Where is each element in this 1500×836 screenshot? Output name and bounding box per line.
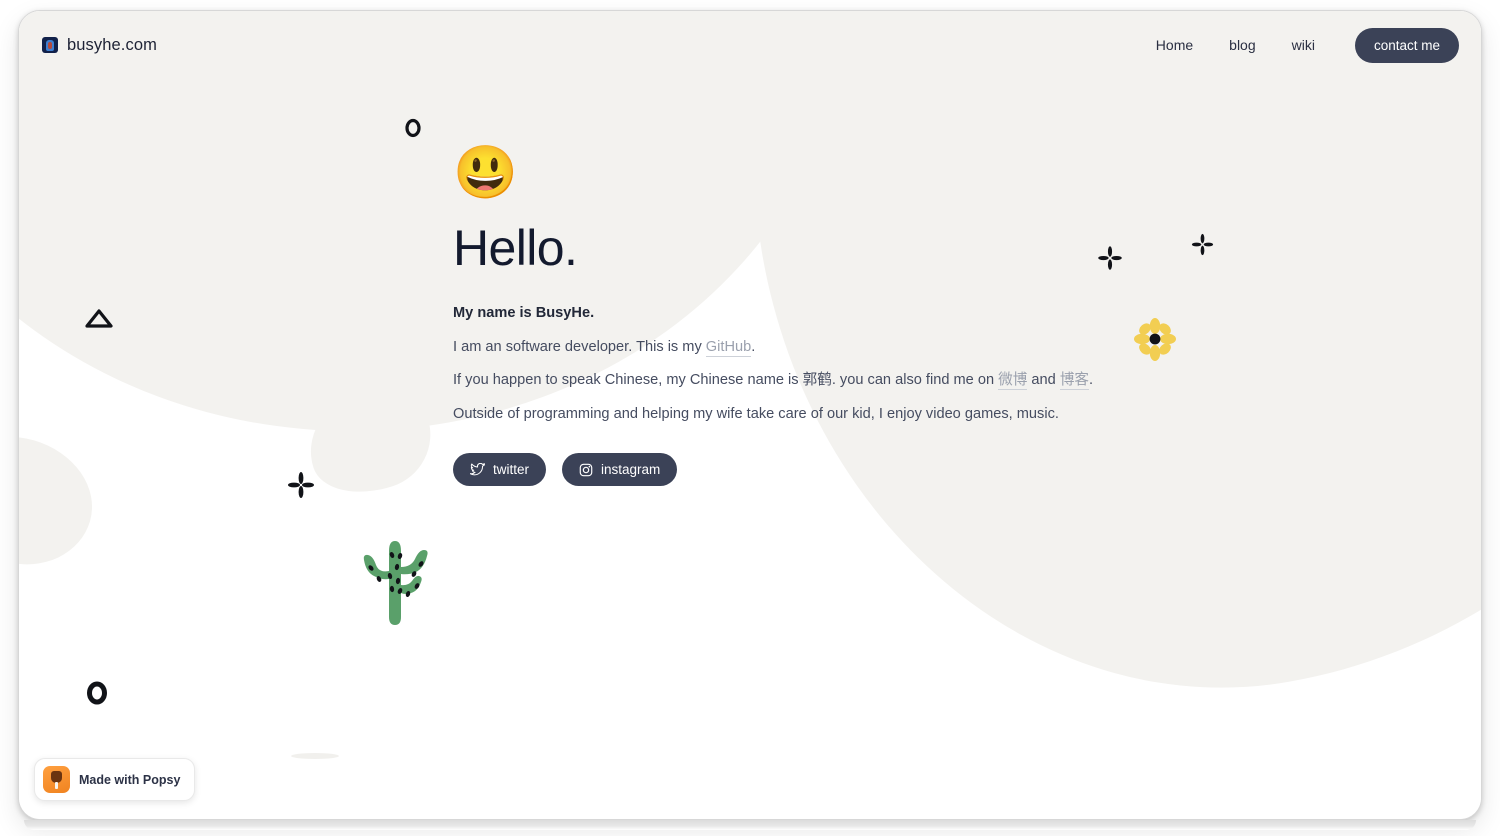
chinese-text-before: If you happen to speak Chinese, my Chine… [453,372,999,389]
instagram-label: instagram [601,462,661,478]
intro-occupation-line: I am an software developer. This is my G… [453,336,1153,359]
sparkle-doodle-right-upper [1191,233,1214,256]
background-blob-bottom [291,753,339,759]
occupation-text-after: . [751,338,756,355]
triangle-doodle-left [85,309,113,328]
background-blob-far-left [19,419,108,581]
brand-name: busyhe.com [67,35,157,54]
page-canvas: busyhe.com Home blog wiki contact me 😃 H… [19,11,1481,819]
occupation-text-before: I am an software developer. This is my [453,338,706,355]
browser-window-frame: busyhe.com Home blog wiki contact me 😃 H… [18,10,1482,820]
brand-logo-link[interactable]: busyhe.com [30,36,157,55]
twitter-button[interactable]: twitter [453,453,547,487]
twitter-bird-icon [470,463,485,476]
site-favicon-icon [42,37,58,53]
main-navigation: Home blog wiki contact me [1138,27,1459,63]
blog-link[interactable]: 博客 [1059,372,1090,391]
twitter-label: twitter [493,462,530,478]
smiley-face-emoji: 😃 [453,144,518,202]
ring-doodle-bottom-left [87,681,107,705]
social-links-row: twitter instagram [453,453,1153,487]
nav-link-home[interactable]: Home [1138,31,1211,59]
nav-link-wiki[interactable]: wiki [1274,31,1333,59]
ring-doodle-top [405,118,421,138]
instagram-camera-icon [579,463,593,477]
popsicle-icon [43,766,70,793]
site-header: busyhe.com Home blog wiki contact me [19,11,1481,79]
made-with-popsy-badge[interactable]: Made with Popsy [34,758,196,801]
cactus-doodle [363,541,428,625]
hero-section: 😃 Hello. My name is BusyHe. I am an soft… [453,144,1153,487]
chinese-text-middle: and [1027,372,1060,389]
intro-name-line: My name is BusyHe. [453,305,595,321]
popsy-label: Made with Popsy [79,772,181,787]
nav-link-blog[interactable]: blog [1211,31,1273,59]
chinese-text-after: . [1089,372,1094,389]
intro-hobbies-line: Outside of programming and helping my wi… [453,405,1059,422]
window-bottom-shadow [24,820,1476,830]
sparkle-doodle-left [288,472,314,498]
instagram-button[interactable]: instagram [562,453,678,487]
intro-chinese-line: If you happen to speak Chinese, my Chine… [453,369,1153,392]
page-title: Hello. [453,220,578,276]
weibo-link[interactable]: 微博 [998,372,1028,391]
github-link[interactable]: GitHub [705,338,752,357]
contact-me-button[interactable]: contact me [1354,27,1459,63]
